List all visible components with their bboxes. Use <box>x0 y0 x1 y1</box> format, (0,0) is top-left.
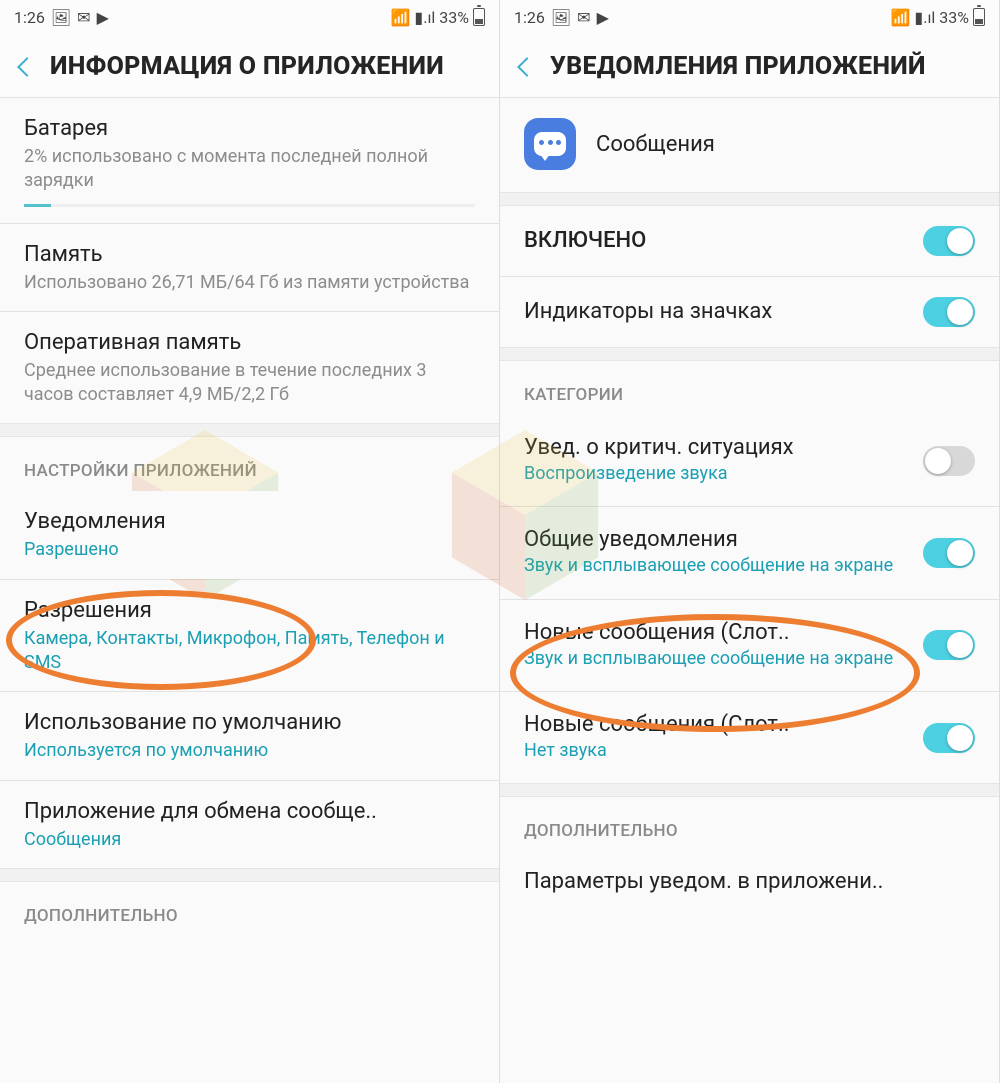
battery-pct: 33% <box>439 8 469 27</box>
row-title: Уведомления <box>24 509 475 534</box>
wifi-icon: 📶 <box>891 8 911 27</box>
row-sub: Звук и всплывающее сообщение на экране <box>524 647 905 671</box>
row-notifications[interactable]: Уведомления Разрешено <box>0 491 499 578</box>
section-additional: ДОПОЛНИТЕЛЬНО <box>0 882 499 936</box>
toggle-critical[interactable] <box>923 446 975 476</box>
status-bar: 1:26 🖼 ✉ ▶ 📶 ▮.ıl 33% <box>500 0 999 34</box>
status-bar: 1:26 🖼 ✉ ▶ 📶 ▮.ıl 33% <box>0 0 499 34</box>
row-new-messages-2[interactable]: Новые сообщения (Слот.. Нет звука <box>500 692 999 783</box>
row-title: Память <box>24 242 475 267</box>
screen-notification-settings: 1:26 🖼 ✉ ▶ 📶 ▮.ıl 33% УВЕДОМЛЕНИЯ ПРИЛОЖ… <box>500 0 1000 1083</box>
signal-icon: ▮.ıl <box>914 8 935 27</box>
section-additional: ДОПОЛНИТЕЛЬНО <box>500 797 999 851</box>
status-time: 1:26 <box>14 8 45 27</box>
mail-icon: ✉ <box>77 8 90 27</box>
mail-icon: ✉ <box>577 8 590 27</box>
image-icon: 🖼 <box>551 8 571 27</box>
row-title: Батарея <box>24 116 475 141</box>
row-sub: Звук и всплывающее сообщение на экране <box>524 554 905 578</box>
title-bar: ИНФОРМАЦИЯ О ПРИЛОЖЕНИИ <box>0 34 499 97</box>
row-sub: Воспроизведение звука <box>524 462 905 486</box>
toggle-new1[interactable] <box>923 630 975 660</box>
row-storage[interactable]: Память Использовано 26,71 МБ/64 Гб из па… <box>0 224 499 311</box>
row-default[interactable]: Использование по умолчанию Используется … <box>0 692 499 779</box>
row-sub: Камера, Контакты, Микрофон, Память, Теле… <box>24 627 475 676</box>
toggle-new2[interactable] <box>923 723 975 753</box>
app-name: Сообщения <box>596 132 715 157</box>
battery-icon <box>473 8 485 26</box>
row-title: Новые сообщения (Слот.. <box>524 712 905 737</box>
status-time: 1:26 <box>514 8 545 27</box>
back-icon[interactable] <box>17 57 37 77</box>
row-title: Общие уведомления <box>524 527 905 552</box>
row-permissions[interactable]: Разрешения Камера, Контакты, Микрофон, П… <box>0 580 499 692</box>
row-sub: Нет звука <box>524 739 905 763</box>
row-title: Параметры уведом. в приложени.. <box>524 869 975 894</box>
row-battery[interactable]: Батарея 2% использовано с момента послед… <box>0 98 499 223</box>
chat-bubble-icon <box>534 132 566 156</box>
row-general[interactable]: Общие уведомления Звук и всплывающее соо… <box>500 507 999 598</box>
screen-app-info: 1:26 🖼 ✉ ▶ 📶 ▮.ıl 33% ИНФОРМАЦИЯ О ПРИЛО… <box>0 0 500 1083</box>
youtube-icon: ▶ <box>597 8 609 27</box>
row-critical[interactable]: Увед. о критич. ситуациях Воспроизведени… <box>500 415 999 506</box>
page-title: ИНФОРМАЦИЯ О ПРИЛОЖЕНИИ <box>50 52 444 81</box>
row-sub: Сообщения <box>24 828 475 852</box>
wifi-icon: 📶 <box>391 8 411 27</box>
row-sub: 2% использовано с момента последней полн… <box>24 145 475 194</box>
toggle-badge[interactable] <box>923 297 975 327</box>
battery-progress <box>24 204 475 207</box>
row-share[interactable]: Приложение для обмена сообще.. Сообщения <box>0 781 499 868</box>
row-title: Оперативная память <box>24 330 475 355</box>
row-sub: Среднее использование в течение последни… <box>24 359 475 408</box>
row-title: Индикаторы на значках <box>524 299 905 324</box>
battery-icon <box>973 8 985 26</box>
row-title: Увед. о критич. ситуациях <box>524 435 905 460</box>
toggle-enabled[interactable] <box>923 226 975 256</box>
row-sub: Использовано 26,71 МБ/64 Гб из памяти ус… <box>24 271 475 295</box>
image-icon: 🖼 <box>51 8 71 27</box>
row-sub: Используется по умолчанию <box>24 739 475 763</box>
signal-icon: ▮.ıl <box>414 8 435 27</box>
section-app-settings: НАСТРОЙКИ ПРИЛОЖЕНИЙ <box>0 437 499 491</box>
row-sub: Разрешено <box>24 538 475 562</box>
youtube-icon: ▶ <box>97 8 109 27</box>
row-app-notification-params[interactable]: Параметры уведом. в приложени.. <box>500 851 999 914</box>
row-new-messages-1[interactable]: Новые сообщения (Слот.. Звук и всплывающ… <box>500 600 999 691</box>
back-icon[interactable] <box>517 57 537 77</box>
row-title: Приложение для обмена сообще.. <box>24 799 475 824</box>
row-title: Разрешения <box>24 598 475 623</box>
row-title: ВКЛЮЧЕНО <box>524 228 905 253</box>
toggle-general[interactable] <box>923 538 975 568</box>
row-enabled[interactable]: ВКЛЮЧЕНО <box>500 206 999 276</box>
row-title: Использование по умолчанию <box>24 710 475 735</box>
page-title: УВЕДОМЛЕНИЯ ПРИЛОЖЕНИЙ <box>550 52 926 81</box>
row-badge[interactable]: Индикаторы на значках <box>500 277 999 347</box>
section-categories: КАТЕГОРИИ <box>500 361 999 415</box>
battery-pct: 33% <box>939 8 969 27</box>
app-header: Сообщения <box>500 98 999 192</box>
app-icon <box>524 118 576 170</box>
row-title: Новые сообщения (Слот.. <box>524 620 905 645</box>
title-bar: УВЕДОМЛЕНИЯ ПРИЛОЖЕНИЙ <box>500 34 999 97</box>
row-ram[interactable]: Оперативная память Среднее использование… <box>0 312 499 424</box>
